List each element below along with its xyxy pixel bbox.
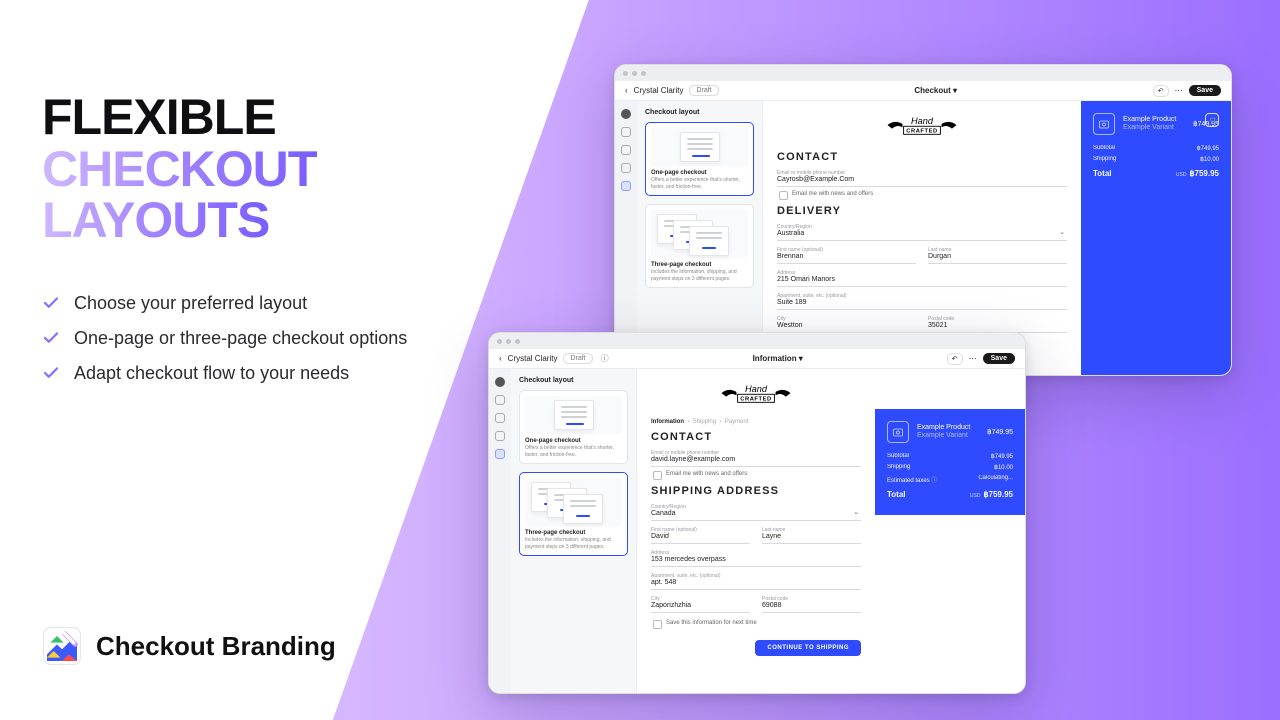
shop-name: Crystal Clarity (508, 354, 558, 363)
option-three-page[interactable]: Three-page checkout Includes the informa… (645, 204, 754, 288)
more-icon[interactable]: ⋯ (969, 354, 977, 363)
apartment-field[interactable]: Apartment, suite, etc. (optional)apt. 54… (651, 570, 861, 590)
hero-line2: Checkout (42, 141, 317, 197)
tab-selector[interactable]: Information ▾ (615, 354, 941, 363)
continue-button[interactable]: CONTINUE TO SHIPPING (755, 640, 861, 656)
hero: Flexible Checkout Layouts Choose your pr… (42, 92, 502, 398)
status-badge: Draft (689, 85, 718, 96)
hero-bullets: Choose your preferred layout One-page or… (42, 293, 502, 384)
rail-item[interactable] (621, 145, 631, 155)
undo-icon[interactable]: ↶ (1153, 85, 1169, 97)
status-badge: Draft (563, 353, 592, 364)
rail-layout-icon[interactable] (495, 449, 505, 459)
hero-line1: Flexible (42, 89, 276, 145)
bullet-2: One-page or three-page checkout options (42, 328, 502, 349)
rail-item[interactable] (621, 163, 631, 173)
bullet-3: Adapt checkout flow to your needs (42, 363, 502, 384)
hero-headline: Flexible Checkout Layouts (42, 92, 502, 247)
product-thumb-icon (887, 421, 909, 443)
chevron-down-icon: ⌄ (1059, 228, 1065, 236)
undo-icon[interactable]: ↶ (947, 353, 963, 365)
preview: Hand CRAFTED Information › Shipping › Pay… (637, 369, 1025, 693)
check-icon (42, 329, 60, 347)
save-info-checkbox[interactable]: Save this information for next time (651, 620, 861, 626)
address-field[interactable]: Address153 mercedes overpass (651, 547, 861, 567)
optin-checkbox[interactable]: Email me with news and offers (777, 191, 1067, 197)
address-field[interactable]: Address215 Omari Manors (777, 267, 1067, 287)
first-name-field[interactable]: First name (optional)David (651, 524, 750, 544)
country-field[interactable]: Country/RegionAustralia⌄ (777, 221, 1067, 241)
last-name-field[interactable]: Last nameLayne (762, 524, 861, 544)
email-field[interactable]: Email or mobile phone numberdavid.layne@… (651, 447, 861, 467)
rail-item[interactable] (621, 127, 631, 137)
product-thumb-icon (1093, 113, 1115, 135)
heading-delivery: DELIVERY (777, 205, 1067, 217)
first-name-field[interactable]: First name (optional)Brennan (777, 244, 916, 264)
window-one-page: ‹ Crystal Clarity Draft Checkout ▾ ↶ ⋯ S… (614, 64, 1232, 376)
order-summary: Example ProductExample Variant ฿749.95 S… (1081, 101, 1231, 375)
store-logo: Hand CRAFTED (777, 113, 1067, 143)
side-panel: Checkout layout One-page checkout Offers… (511, 369, 637, 693)
heading-contact: CONTACT (651, 431, 861, 443)
option-one-page[interactable]: One-page checkout Offers a better experi… (645, 122, 754, 196)
option-one-page[interactable]: One-page checkout Offers a better experi… (519, 390, 628, 464)
window-titlebar (489, 333, 1025, 349)
more-icon[interactable]: ⋯ (1175, 86, 1183, 95)
cart-icon[interactable] (1205, 113, 1219, 127)
heading-contact: CONTACT (777, 151, 1067, 163)
store-logo: Hand CRAFTED (651, 381, 861, 411)
side-rail (489, 369, 511, 693)
order-summary: Example ProductExample Variant ฿749.95 S… (875, 409, 1025, 515)
city-field[interactable]: CityWestton (777, 313, 916, 333)
toolbar: ‹ Crystal Clarity Draft ⓘ Information ▾ … (489, 349, 1025, 369)
optin-checkbox[interactable]: Email me with news and offers (651, 471, 861, 477)
hero-line3: Layouts (42, 192, 269, 248)
panel-title: Checkout layout (519, 377, 628, 384)
rail-item[interactable] (495, 431, 505, 441)
last-name-field[interactable]: Last nameDurgan (928, 244, 1067, 264)
rail-item[interactable] (495, 395, 505, 405)
rail-home-icon[interactable] (495, 377, 505, 387)
postal-code-field[interactable]: Postal code69088 (762, 593, 861, 613)
postal-code-field[interactable]: Postal code35021 (928, 313, 1067, 333)
panel-title: Checkout layout (645, 109, 754, 116)
check-icon (42, 364, 60, 382)
brand-name: Checkout Branding (96, 631, 336, 662)
back-icon[interactable]: ‹ (625, 86, 628, 95)
apartment-field[interactable]: Apartment, suite, etc. (optional)Suite 1… (777, 290, 1067, 310)
city-field[interactable]: CityZaporizhzhia (651, 593, 750, 613)
rail-home-icon[interactable] (621, 109, 631, 119)
rail-layout-icon[interactable] (621, 181, 631, 191)
svg-text:Hand: Hand (745, 384, 768, 394)
chevron-down-icon: ⌄ (853, 508, 859, 516)
bullet-1: Choose your preferred layout (42, 293, 502, 314)
tab-selector[interactable]: Checkout ▾ (725, 86, 1147, 95)
svg-text:Hand: Hand (911, 116, 934, 126)
toolbar: ‹ Crystal Clarity Draft Checkout ▾ ↶ ⋯ S… (615, 81, 1231, 101)
option-three-page[interactable]: Three-page checkout Includes the informa… (519, 472, 628, 556)
heading-shipping: SHIPPING ADDRESS (651, 485, 861, 497)
breadcrumb: Information › Shipping › Payment (651, 419, 861, 425)
window-three-page: ‹ Crystal Clarity Draft ⓘ Information ▾ … (488, 332, 1026, 694)
brand-logo-icon (42, 626, 82, 666)
save-button[interactable]: Save (1189, 85, 1221, 96)
save-button[interactable]: Save (983, 353, 1015, 364)
svg-text:CRAFTED: CRAFTED (906, 129, 938, 135)
brand: Checkout Branding (42, 626, 336, 666)
info-icon[interactable]: ⓘ (601, 353, 609, 364)
email-field[interactable]: Email or mobile phone numberCayrosb@Exam… (777, 167, 1067, 187)
country-field[interactable]: Country/RegionCanada⌄ (651, 501, 861, 521)
check-icon (42, 294, 60, 312)
svg-text:CRAFTED: CRAFTED (740, 397, 772, 403)
window-titlebar (615, 65, 1231, 81)
back-icon[interactable]: ‹ (499, 354, 502, 363)
shop-name: Crystal Clarity (634, 86, 684, 95)
rail-item[interactable] (495, 413, 505, 423)
